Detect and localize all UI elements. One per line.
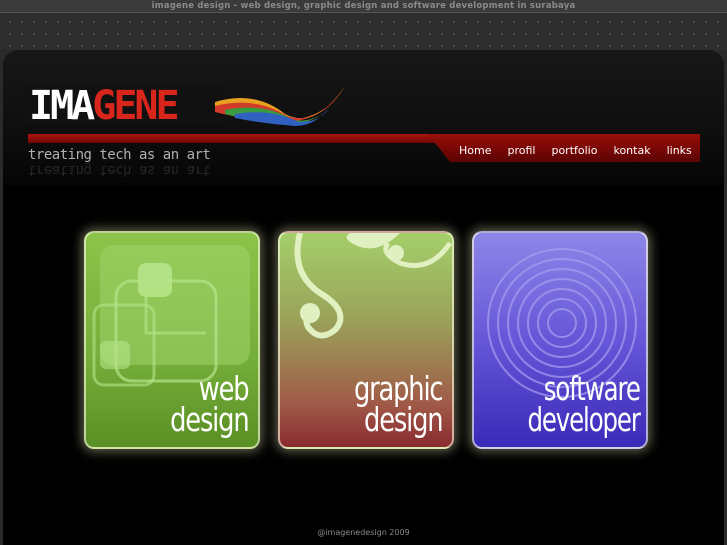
logo-wordmark: IMAGENE	[25, 86, 222, 126]
web-design-title: web design	[169, 372, 250, 439]
nav-kontak[interactable]: kontak	[605, 140, 658, 161]
graphic-design-card[interactable]: graphic design	[278, 231, 454, 449]
graphic-design-title: graphic design	[354, 372, 444, 439]
logo-part-gene: GENE	[92, 86, 179, 126]
graphic-title-line2: design	[363, 400, 444, 439]
web-title-line2: design	[169, 400, 250, 439]
logo[interactable]: IMAGENE	[25, 86, 355, 126]
tagline: treating tech as an art	[28, 147, 211, 163]
page-container: IMAGENE treating tech as an art treating…	[3, 50, 724, 545]
main-nav: Home profil portfolio kontak links	[451, 140, 700, 161]
tagline-reflection: treating tech as an art	[28, 162, 211, 178]
software-developer-title: software developer	[527, 372, 641, 439]
nav-home[interactable]: Home	[451, 140, 499, 161]
software-title-line2: developer	[527, 400, 641, 439]
nav-links[interactable]: links	[659, 140, 700, 161]
nav-profil[interactable]: profil	[499, 140, 543, 161]
web-design-card[interactable]: web design	[84, 231, 260, 449]
logo-part-ima: IMA	[29, 86, 95, 126]
site-caption: imagene design - web design, graphic des…	[151, 1, 576, 11]
header: IMAGENE treating tech as an art treating…	[3, 50, 724, 185]
top-banner: imagene design - web design, graphic des…	[0, 0, 727, 50]
logo-swoosh-icon	[215, 86, 345, 126]
footer-copyright: @imagenedesign 2009	[317, 528, 410, 537]
software-developer-card[interactable]: software developer	[472, 231, 648, 449]
nav-portfolio[interactable]: portfolio	[543, 140, 605, 161]
